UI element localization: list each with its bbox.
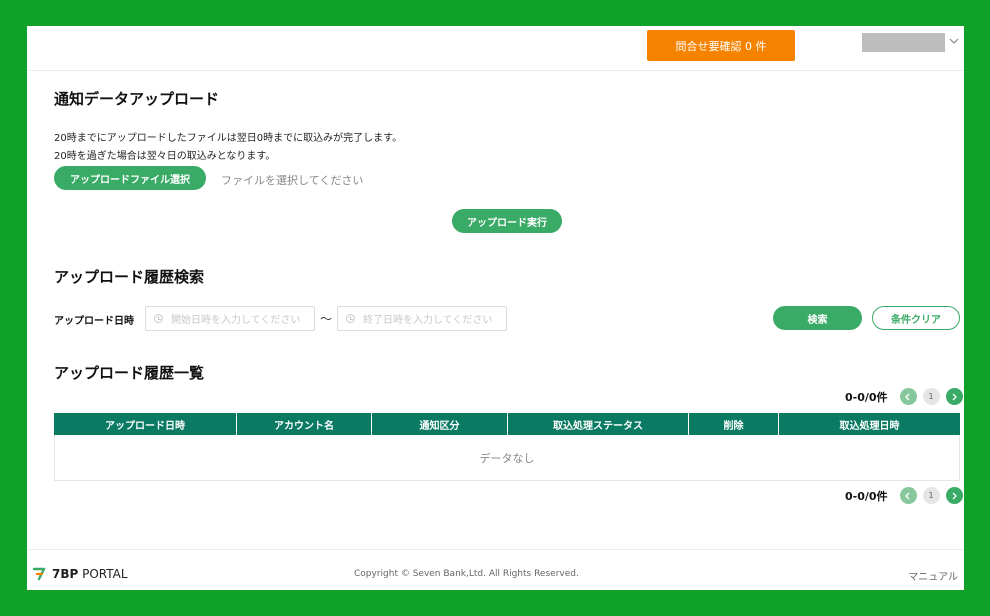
clock-icon bbox=[346, 314, 355, 323]
column-notification-type: 通知区分 bbox=[372, 413, 508, 435]
footer: 7BP PORTAL Copyright © Seven Bank,Ltd. A… bbox=[27, 549, 964, 590]
history-section-title: アップロード履歴一覧 bbox=[54, 364, 205, 382]
page-number[interactable]: 1 bbox=[922, 487, 940, 504]
chevron-right-icon bbox=[952, 492, 957, 499]
chevron-right-icon bbox=[952, 393, 957, 400]
table-header: アップロード日時 アカウント名 通知区分 取込処理ステータス 削除 取込処理日時 bbox=[54, 413, 960, 435]
prev-page-button[interactable] bbox=[899, 388, 917, 405]
top-header: 問合せ要確認 0 件 bbox=[27, 26, 964, 71]
column-delete: 削除 bbox=[689, 413, 779, 435]
upload-execute-button[interactable]: アップロード実行 bbox=[452, 209, 562, 233]
selected-file-name: ファイルを選択してください bbox=[221, 174, 364, 187]
start-datetime-placeholder: 開始日時を入力してください bbox=[171, 315, 301, 326]
upload-section-title: 通知データアップロード bbox=[54, 90, 220, 108]
upload-note-2: 20時を過ぎた場合は翌々日の取込みとなります。 bbox=[54, 151, 276, 162]
upload-date-label: アップロード日時 bbox=[54, 316, 134, 327]
chevron-down-icon[interactable] bbox=[949, 36, 959, 46]
result-count: 0-0/0件 bbox=[845, 489, 888, 503]
start-datetime-input[interactable]: 開始日時を入力してください bbox=[145, 306, 315, 331]
manual-link[interactable]: マニュアル bbox=[908, 568, 958, 583]
copyright-text: Copyright © Seven Bank,Ltd. All Rights R… bbox=[354, 569, 579, 579]
column-import-status: 取込処理ステータス bbox=[508, 413, 689, 435]
next-page-button[interactable] bbox=[945, 388, 963, 405]
next-page-button[interactable] bbox=[945, 487, 963, 504]
history-table: アップロード日時 アカウント名 通知区分 取込処理ステータス 削除 取込処理日時… bbox=[54, 413, 960, 481]
date-range-separator: ～ bbox=[320, 312, 333, 326]
pagination-top: 0-0/0件 1 bbox=[845, 388, 963, 405]
logo-text-rest: PORTAL bbox=[78, 567, 128, 581]
chevron-left-icon bbox=[905, 492, 910, 499]
clock-icon bbox=[154, 314, 163, 323]
table-body: データなし bbox=[54, 435, 960, 481]
upload-note-1: 20時までにアップロードしたファイルは翌日0時までに取込みが完了します。 bbox=[54, 133, 403, 144]
logo-text-bold: 7BP bbox=[52, 567, 79, 581]
search-section-title: アップロード履歴検索 bbox=[54, 268, 205, 286]
app-window: 問合せ要確認 0 件 通知データアップロード 20時までにアップロードしたファイ… bbox=[27, 26, 964, 590]
inquiry-confirm-button[interactable]: 問合せ要確認 0 件 bbox=[647, 30, 795, 61]
result-count: 0-0/0件 bbox=[845, 390, 888, 404]
column-account-name: アカウント名 bbox=[237, 413, 372, 435]
select-file-button[interactable]: アップロードファイル選択 bbox=[54, 166, 206, 190]
portal-logo[interactable]: 7BP PORTAL bbox=[32, 566, 128, 582]
column-upload-datetime: アップロード日時 bbox=[54, 413, 237, 435]
prev-page-button[interactable] bbox=[899, 487, 917, 504]
user-account-name[interactable] bbox=[862, 33, 945, 52]
end-datetime-placeholder: 終了日時を入力してください bbox=[363, 315, 493, 326]
logo-icon bbox=[32, 566, 48, 582]
search-button[interactable]: 検索 bbox=[773, 306, 862, 330]
column-import-datetime: 取込処理日時 bbox=[839, 420, 900, 432]
page-number[interactable]: 1 bbox=[922, 388, 940, 405]
empty-message: データなし bbox=[479, 451, 535, 465]
clear-conditions-button[interactable]: 条件クリア bbox=[872, 306, 960, 330]
end-datetime-input[interactable]: 終了日時を入力してください bbox=[337, 306, 507, 331]
pagination-bottom: 0-0/0件 1 bbox=[845, 487, 963, 504]
chevron-left-icon bbox=[905, 393, 910, 400]
